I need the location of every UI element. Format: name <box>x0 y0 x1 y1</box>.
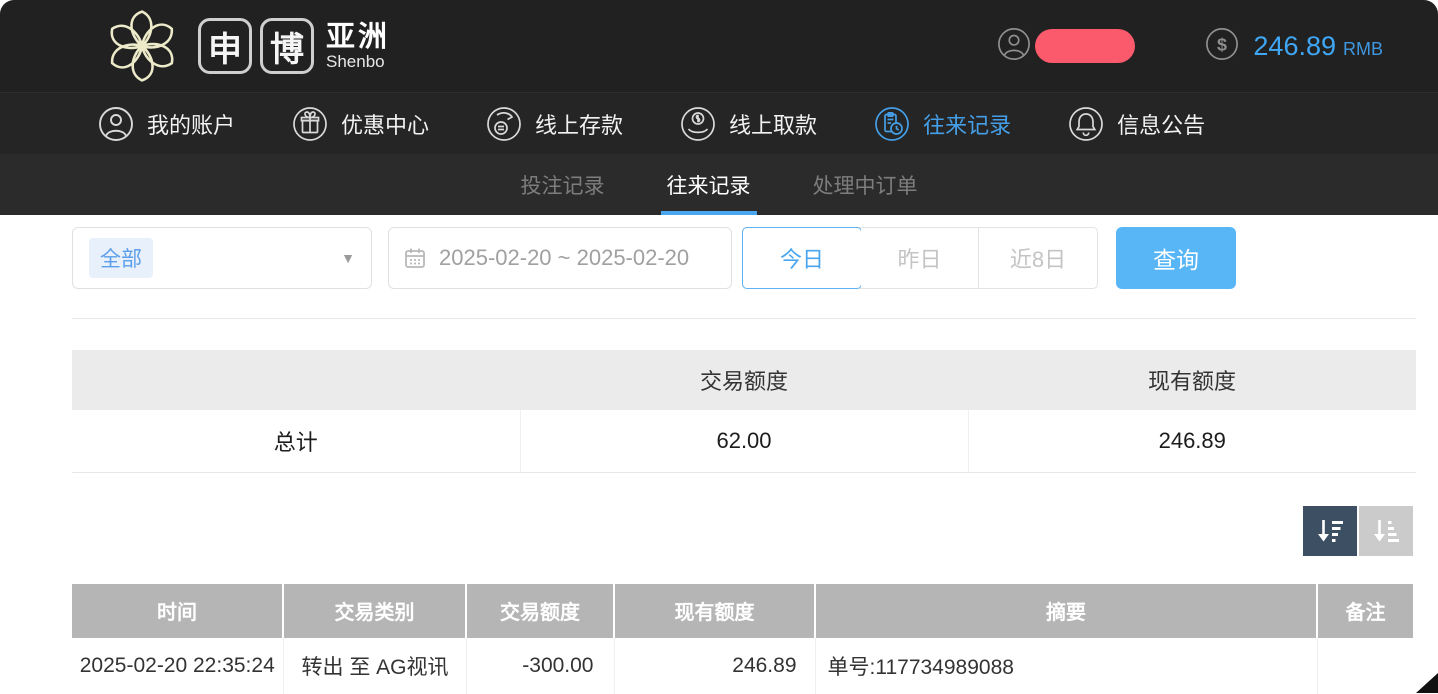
svg-text:$: $ <box>1217 34 1227 54</box>
nav-item-my-account[interactable]: 我的账户 <box>98 106 235 142</box>
records-header-time: 时间 <box>72 584 283 638</box>
date-range-input[interactable]: 2025-02-20 ~ 2025-02-20 <box>388 227 732 289</box>
currency-label: RMB <box>1343 33 1383 60</box>
nav-item-transaction-records[interactable]: 往来记录 <box>874 106 1011 142</box>
summary-total-row: 总计 62.00 246.89 <box>72 410 1416 472</box>
withdraw-hand-icon <box>680 106 716 142</box>
record-amount: -300.00 <box>466 638 614 694</box>
summary-table: 交易额度 现有额度 总计 62.00 246.89 <box>72 350 1416 473</box>
tab-betting-records[interactable]: 投注记录 <box>515 154 611 215</box>
date-range-value: 2025-02-20 ~ 2025-02-20 <box>439 245 689 271</box>
record-type: 转出 至 AG视讯 <box>283 638 466 694</box>
nav-item-withdraw[interactable]: 线上取款 <box>680 106 817 142</box>
quick-last8days-button[interactable]: 近8日 <box>979 228 1097 288</box>
record-summary: 单号:117734989088 <box>815 638 1317 694</box>
brand-char-bo: 博 <box>260 18 314 74</box>
sort-ascending-button[interactable] <box>1359 506 1413 556</box>
deposit-coin-icon <box>486 106 522 142</box>
section-divider <box>72 318 1416 319</box>
nav-item-announcements[interactable]: 信息公告 <box>1068 106 1205 142</box>
summary-total-balance: 246.89 <box>968 410 1416 472</box>
sort-descending-button[interactable] <box>1303 506 1357 556</box>
record-note <box>1317 638 1413 694</box>
records-header-type: 交易类别 <box>283 584 466 638</box>
top-header: 申 博 亚洲 Shenbo $ <box>0 0 1438 92</box>
gift-icon <box>292 106 328 142</box>
category-selected-value: 全部 <box>89 238 153 278</box>
sort-descending-icon <box>1315 517 1345 545</box>
brand-name-zh: 亚洲 <box>326 22 390 52</box>
summary-header-empty <box>72 350 520 410</box>
brand-logo[interactable]: 申 博 亚洲 Shenbo <box>98 3 390 89</box>
nav-label: 优惠中心 <box>341 108 429 140</box>
main-navigation: 我的账户 优惠中心 <box>0 92 1438 154</box>
records-header-amount: 交易额度 <box>466 584 614 638</box>
records-header-row: 时间 交易类别 交易额度 现有额度 摘要 备注 <box>72 584 1413 638</box>
username-redacted-pill[interactable] <box>1035 29 1135 63</box>
page: 申 博 亚洲 Shenbo $ <box>0 0 1438 693</box>
records-clipboard-icon <box>874 106 910 142</box>
record-balance: 246.89 <box>614 638 815 694</box>
bell-icon <box>1068 106 1104 142</box>
content-area: 全部 ▼ 2025-02-20 ~ 2025-02-20 今日 昨日 近8日 <box>0 227 1438 694</box>
nav-label: 线上存款 <box>535 108 623 140</box>
record-subtabs: 投注记录 往来记录 处理中订单 <box>0 154 1438 215</box>
nav-label: 信息公告 <box>1117 108 1205 140</box>
summary-header-amount: 交易额度 <box>520 350 968 410</box>
summary-header-balance: 现有额度 <box>968 350 1416 410</box>
quick-date-group: 今日 昨日 近8日 <box>742 227 1098 289</box>
record-time: 2025-02-20 22:35:24 <box>72 638 283 694</box>
tab-transaction-records[interactable]: 往来记录 <box>661 154 757 215</box>
user-circle-icon <box>98 106 134 142</box>
sort-controls <box>0 506 1413 556</box>
brand-char-shen: 申 <box>198 18 252 74</box>
table-row: 2025-02-20 22:35:24 转出 至 AG视讯 -300.00 24… <box>72 638 1413 694</box>
tab-pending-orders[interactable]: 处理中订单 <box>807 154 924 215</box>
records-header-balance: 现有额度 <box>614 584 815 638</box>
category-select[interactable]: 全部 ▼ <box>72 227 372 289</box>
user-avatar-icon[interactable] <box>997 27 1031 66</box>
dollar-balance-icon[interactable]: $ <box>1205 27 1239 66</box>
nav-item-deposit[interactable]: 线上存款 <box>486 106 623 142</box>
records-table: 时间 交易类别 交易额度 现有额度 摘要 备注 2025-02-20 22:35… <box>72 584 1413 694</box>
back-to-top-corner-button[interactable] <box>1416 673 1438 693</box>
sort-ascending-icon <box>1371 517 1401 545</box>
account-balance: 246.89 <box>1253 31 1336 62</box>
flower-logo-icon <box>98 3 186 89</box>
nav-label: 往来记录 <box>923 108 1011 140</box>
summary-header-row: 交易额度 现有额度 <box>72 350 1416 410</box>
records-header-note: 备注 <box>1317 584 1413 638</box>
nav-item-promotions[interactable]: 优惠中心 <box>292 106 429 142</box>
nav-label: 线上取款 <box>729 108 817 140</box>
brand-name-en: Shenbo <box>326 52 390 71</box>
summary-total-amount: 62.00 <box>520 410 968 472</box>
nav-label: 我的账户 <box>147 108 235 140</box>
chevron-down-icon: ▼ <box>341 250 355 266</box>
records-header-summary: 摘要 <box>815 584 1317 638</box>
quick-today-button[interactable]: 今日 <box>742 227 862 289</box>
summary-total-label: 总计 <box>72 410 520 472</box>
filter-bar: 全部 ▼ 2025-02-20 ~ 2025-02-20 今日 昨日 近8日 <box>72 227 1438 289</box>
calendar-icon <box>403 246 427 270</box>
search-button[interactable]: 查询 <box>1116 227 1236 289</box>
quick-yesterday-button[interactable]: 昨日 <box>861 228 979 288</box>
